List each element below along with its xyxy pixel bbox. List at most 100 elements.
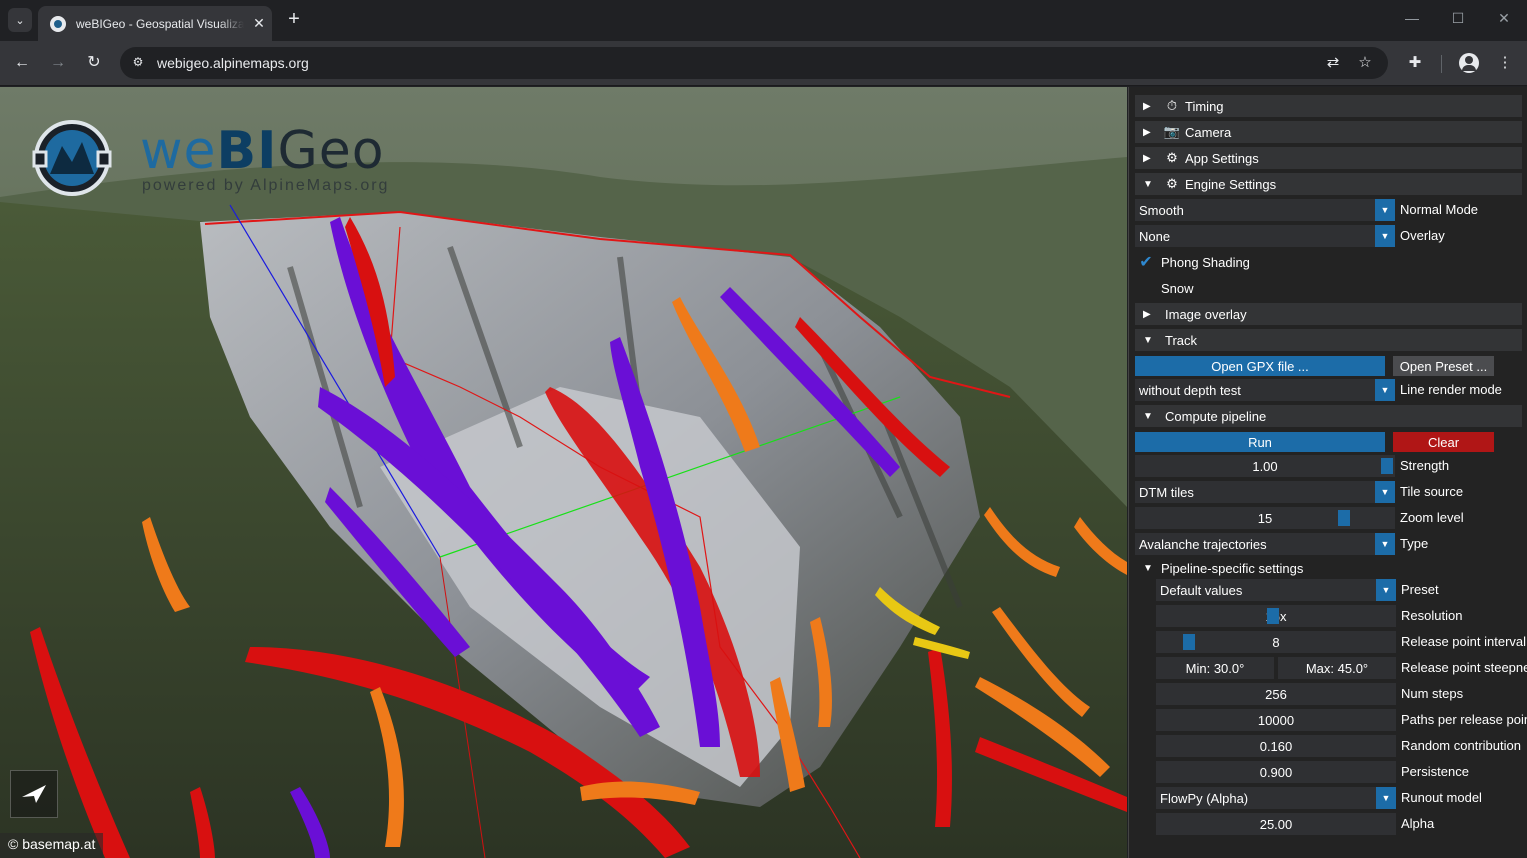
track-header[interactable]: ▼ Track [1135,329,1522,351]
maximize-button[interactable]: ☐ [1448,10,1468,27]
dropdown-arrow-icon: ▼ [1375,533,1395,555]
expanded-triangle-icon: ▼ [1143,178,1153,190]
alpha-input[interactable]: 25.00 [1156,813,1396,835]
type-label: Type [1400,536,1429,551]
header-label: Camera [1185,124,1232,140]
gear-icon: ⚙ [1166,150,1178,165]
browser-menu-icon[interactable]: ⋮ [1495,53,1515,71]
slider-grab[interactable] [1338,510,1350,526]
runout-model-combo[interactable]: FlowPy (Alpha) ▼ [1156,787,1396,809]
dropdown-arrow-icon: ▼ [1376,787,1396,809]
snow-checkbox[interactable]: Snow [1135,277,1194,299]
slider-grab[interactable] [1381,458,1393,474]
bookmark-star-icon[interactable]: ☆ [1355,53,1375,71]
random-contribution-label: Random contribution [1401,738,1521,753]
dropdown-arrow-icon: ▼ [1376,579,1396,601]
empty-checkbox [1135,277,1157,299]
gears-icon: ⚙ [1166,176,1178,191]
collapsed-triangle-icon: ▶ [1143,100,1151,112]
terrain-render [0,87,1127,858]
slider-grab[interactable] [1183,634,1195,650]
back-arrow-icon[interactable]: ← [11,52,33,74]
compass-arrow-icon[interactable] [10,770,58,818]
resolution-slider[interactable]: 16x [1156,605,1396,627]
new-tab-button[interactable]: + [282,8,306,32]
timing-header[interactable]: ▶ ⏱ Timing [1135,95,1522,117]
collapsed-triangle-icon: ▶ [1143,152,1151,164]
zoom-level-label: Zoom level [1400,510,1464,525]
tab-close-icon[interactable]: ✕ [250,15,268,32]
browser-toolbar: ← → ↻ ⚙ webigeo.alpinemaps.org ⇄ ☆ ✚ ⋮ [0,41,1527,86]
reload-icon[interactable]: ↻ [83,52,105,74]
camera-icon: 📷 [1163,124,1181,139]
header-label: Timing [1185,98,1224,114]
header-label: Pipeline-specific settings [1161,560,1304,576]
forward-arrow-icon[interactable]: → [47,52,69,74]
extensions-puzzle-icon[interactable]: ✚ [1405,53,1425,71]
random-contribution-input[interactable]: 0.160 [1156,735,1396,757]
toolbar-divider [1441,55,1442,73]
tab-title: weBIGeo - Geospatial Visualization [76,16,244,31]
image-overlay-header[interactable]: ▶ Image overlay [1135,303,1522,325]
steepness-min-slider[interactable]: Min: 30.0° [1156,657,1274,679]
steepness-max-slider[interactable]: Max: 45.0° [1278,657,1396,679]
dropdown-arrow-icon: ▼ [1375,199,1395,221]
release-point-interval-label: Release point interval [1401,634,1527,649]
open-preset-button[interactable]: Open Preset ... [1393,356,1494,376]
persistence-label: Persistence [1401,764,1469,779]
slider-grab[interactable] [1267,608,1279,624]
profile-avatar-icon[interactable] [1459,53,1479,73]
open-gpx-button[interactable]: Open GPX file ... [1135,356,1385,376]
type-combo[interactable]: Avalanche trajectories ▼ [1135,533,1395,555]
release-point-steepness-label: Release point steepness [1401,660,1527,675]
browser-tab-strip: ⌄ weBIGeo - Geospatial Visualization ✕ +… [0,0,1527,41]
dropdown-arrow-icon: ▼ [1375,379,1395,401]
zoom-level-slider[interactable]: 15 [1135,507,1395,529]
collapsed-triangle-icon: ▶ [1143,308,1151,320]
strength-label: Strength [1400,458,1450,473]
window-close-button[interactable]: ✕ [1494,10,1514,27]
persistence-input[interactable]: 0.900 [1156,761,1396,783]
runout-model-label: Runout model [1401,790,1482,805]
header-label: Track [1165,332,1198,348]
active-tab[interactable]: weBIGeo - Geospatial Visualization ✕ [38,6,272,41]
app-settings-header[interactable]: ▶ ⚙ App Settings [1135,147,1522,169]
header-label: Image overlay [1165,306,1247,322]
strength-slider[interactable]: 1.00 [1135,455,1395,477]
engine-settings-header[interactable]: ▼ ⚙ Engine Settings [1135,173,1522,195]
expanded-triangle-icon: ▼ [1143,562,1153,574]
translate-icon[interactable]: ⇄ [1323,53,1343,71]
settings-panel: ▶ ⏱ Timing ▶ 📷 Camera ▶ ⚙ App Settings ▼… [1128,87,1527,858]
overlay-combo[interactable]: None ▼ [1135,225,1395,247]
address-bar[interactable]: ⚙ webigeo.alpinemaps.org ⇄ ☆ [120,47,1388,79]
checkmark-icon: ✔ [1139,254,1153,271]
header-label: App Settings [1185,150,1259,166]
num-steps-input[interactable]: 256 [1156,683,1396,705]
tile-source-combo[interactable]: DTM tiles ▼ [1135,481,1395,503]
preset-combo[interactable]: Default values ▼ [1156,579,1396,601]
site-info-icon[interactable]: ⚙ [130,55,146,71]
tab-search-chevron-icon[interactable]: ⌄ [8,8,32,32]
map-attribution[interactable]: © basemap.at [0,833,104,858]
compute-pipeline-header[interactable]: ▼ Compute pipeline [1135,405,1522,427]
normal-mode-combo[interactable]: Smooth ▼ [1135,199,1395,221]
collapsed-triangle-icon: ▶ [1143,126,1151,138]
camera-header[interactable]: ▶ 📷 Camera [1135,121,1522,143]
url-text[interactable]: webigeo.alpinemaps.org [157,55,309,71]
pipeline-specific-header[interactable]: ▼ Pipeline-specific settings [1141,557,1522,579]
run-button[interactable]: Run [1135,432,1385,452]
resolution-label: Resolution [1401,608,1463,623]
clear-button[interactable]: Clear [1393,432,1494,452]
num-steps-label: Num steps [1401,686,1464,701]
terrain-3d-view[interactable]: weBIGeo powered by AlpineMaps.org © base… [0,87,1127,858]
favicon-icon [50,15,66,32]
paths-per-release-input[interactable]: 10000 [1156,709,1396,731]
brand-wordmark: weBIGeo [140,121,385,181]
line-render-mode-combo[interactable]: without depth test ▼ [1135,379,1395,401]
release-point-interval-slider[interactable]: 8 [1156,631,1396,653]
phong-shading-checkbox[interactable]: ✔ Phong Shading [1135,251,1250,273]
tile-source-label: Tile source [1400,484,1464,499]
powered-by-text: powered by AlpineMaps.org [142,177,390,194]
preset-label: Preset [1401,582,1439,597]
minimize-button[interactable]: — [1402,10,1422,26]
